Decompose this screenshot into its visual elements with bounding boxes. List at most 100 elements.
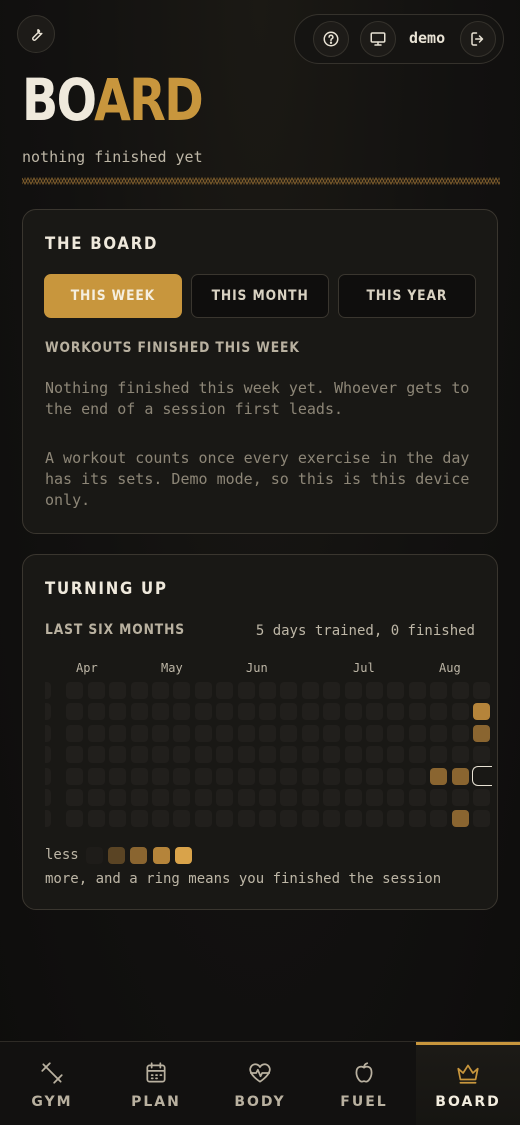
tab-this-month-label: THIS MONTH <box>211 288 309 304</box>
page-title-accent: ARD <box>94 66 204 134</box>
heatmap-cell <box>301 767 319 785</box>
heatmap-cell <box>216 746 234 764</box>
heatmap-cell <box>152 724 169 742</box>
help-button[interactable] <box>313 21 349 57</box>
zigzag-divider <box>22 176 500 186</box>
heatmap-cell <box>237 724 255 742</box>
heatmap-cell <box>280 789 298 806</box>
heatmap-cell <box>344 767 362 785</box>
heatmap-cell <box>66 746 84 764</box>
heatmap-cell <box>66 724 84 742</box>
heatmap-cell <box>451 746 469 764</box>
heatmap-cell <box>387 789 405 806</box>
heatmap-cell <box>87 810 105 828</box>
heatmap-cell <box>45 810 51 828</box>
empty-message: Nothing finished this week yet. Whoever … <box>45 379 470 418</box>
heatmap-cell <box>430 789 448 806</box>
heatmap-cell <box>237 767 255 785</box>
heatmap-cell <box>323 810 341 828</box>
heatmap-cell <box>280 810 298 828</box>
tab-this-week[interactable]: THIS WEEK <box>44 274 182 318</box>
nav-item-gym[interactable]: GYM <box>0 1042 104 1125</box>
help-circle-icon <box>323 31 339 47</box>
monitor-icon <box>370 32 386 46</box>
heatmap-cell <box>301 703 319 721</box>
heatmap-cell <box>387 682 405 699</box>
heatmap-cell <box>323 746 341 764</box>
device-button[interactable] <box>360 21 396 57</box>
heatmap-cell <box>173 789 191 806</box>
heatmap-cell <box>344 789 362 806</box>
heatmap-cell <box>66 767 84 785</box>
heatmap-cell <box>430 724 448 742</box>
heatmap-cell <box>130 746 148 764</box>
heatmap-cell <box>430 746 448 764</box>
heatmap-cell <box>194 746 212 764</box>
heatmap-cell <box>194 724 212 742</box>
logout-button[interactable] <box>460 21 496 57</box>
heatmap-cell <box>152 746 169 764</box>
heatmap-cell <box>237 746 255 764</box>
calendar-icon <box>146 1062 166 1083</box>
heatmap-cell <box>473 746 490 764</box>
heatmap-cell <box>301 746 319 764</box>
tab-this-month[interactable]: THIS MONTH <box>191 274 329 318</box>
heatmap-cell <box>366 746 383 764</box>
heatmap-cell <box>173 682 191 699</box>
heatmap-cell <box>109 703 127 721</box>
nav-item-plan[interactable]: PLAN <box>104 1042 208 1125</box>
heatmap-cell <box>87 724 105 742</box>
heatmap-cell <box>301 724 319 742</box>
board-note: A workout counts once every exercise in … <box>45 449 470 509</box>
heatmap-cell <box>387 810 405 828</box>
activity-heatmap <box>23 555 499 855</box>
heatmap-cell <box>173 724 191 742</box>
heatmap-cell <box>87 767 105 785</box>
heatmap-cell <box>451 810 469 828</box>
board-section-label: WORKOUTS FINISHED THIS WEEK <box>45 340 300 356</box>
heatmap-cell <box>45 746 51 764</box>
heatmap-cell <box>87 703 105 721</box>
heatmap-cell <box>323 724 341 742</box>
heatmap-cell <box>451 767 469 785</box>
heatmap-cell <box>408 789 426 806</box>
heatmap-cell <box>216 682 234 699</box>
nav-label-fuel: FUEL <box>340 1094 388 1110</box>
heatmap-cell <box>451 703 469 721</box>
tab-this-year[interactable]: THIS YEAR <box>338 274 476 318</box>
heatmap-cell <box>237 682 255 699</box>
heatmap-cell <box>387 746 405 764</box>
heatmap-cell <box>130 724 148 742</box>
page-title: BOARD <box>22 66 204 134</box>
heatmap-cell <box>259 767 276 785</box>
heatmap-cell <box>323 767 341 785</box>
nav-item-board[interactable]: BOARD <box>416 1042 520 1125</box>
nav-item-body[interactable]: BODY <box>208 1042 312 1125</box>
heatmap-cell <box>451 724 469 742</box>
heatmap-cell <box>344 703 362 721</box>
heatmap-cell <box>194 810 212 828</box>
heatmap-cell <box>109 767 127 785</box>
heatmap-cell <box>472 766 492 787</box>
heatmap-cell <box>216 767 234 785</box>
heatmap-cell <box>237 703 255 721</box>
heatmap-cell <box>237 810 255 828</box>
dumbbell-icon <box>41 1062 63 1084</box>
board-card-title: THE BOARD <box>45 234 159 254</box>
nav-item-fuel[interactable]: FUEL <box>312 1042 416 1125</box>
tools-button[interactable] <box>17 15 55 53</box>
heatmap-cell <box>66 789 84 806</box>
heatmap-cell <box>280 746 298 764</box>
heatmap-cell <box>87 746 105 764</box>
legend-more: more, and a ring means you finished the … <box>45 871 442 887</box>
heatmap-cell <box>130 703 148 721</box>
heatmap-cell <box>259 810 276 828</box>
heatmap-cell <box>280 703 298 721</box>
heatmap-cell <box>366 810 383 828</box>
board-card: THE BOARD THIS WEEK THIS MONTH THIS YEAR… <box>22 209 498 534</box>
heatmap-cell <box>344 810 362 828</box>
bottom-nav: GYM PLAN BODY FUEL BOARD <box>0 1041 520 1125</box>
heatmap-cell <box>280 682 298 699</box>
heatmap-cell <box>152 810 169 828</box>
heatmap-cell <box>109 810 127 828</box>
